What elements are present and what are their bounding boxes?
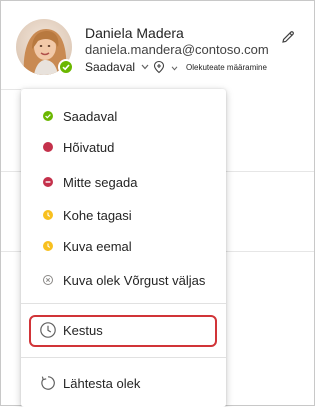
menu-divider <box>21 357 226 358</box>
status-item-label: Kohe tagasi <box>63 207 132 223</box>
edit-profile-button[interactable] <box>280 29 296 45</box>
x-circle-icon <box>43 275 53 285</box>
status-item-label: Saadaval <box>63 108 118 124</box>
status-item-available[interactable]: Saadaval <box>21 101 226 131</box>
presence-badge <box>58 59 74 75</box>
status-item-label: Hõivatud <box>63 139 115 155</box>
background-divider <box>1 171 21 172</box>
location-button[interactable] <box>152 58 178 76</box>
check-icon <box>62 64 70 71</box>
background-divider <box>1 251 21 252</box>
duration-button[interactable]: Kestus <box>21 315 226 345</box>
user-name: Daniela Madera <box>85 25 184 41</box>
minus-circle-icon <box>43 177 53 187</box>
user-email: daniela.mandera@contoso.com <box>85 42 269 57</box>
reset-status-label: Lähtesta olek <box>63 375 141 391</box>
profile-header: Daniela Madera daniela.mandera@contoso.c… <box>1 1 314 89</box>
clock-icon <box>39 321 57 339</box>
status-item-appear-offline[interactable]: Kuva olek Võrgust väljas <box>21 265 226 295</box>
profile-card: Daniela Madera daniela.mandera@contoso.c… <box>0 0 315 407</box>
duration-label: Kestus <box>63 322 103 338</box>
status-item-label: Mitte segada <box>63 174 138 190</box>
status-item-do-not-disturb[interactable]: Mitte segada <box>21 167 226 197</box>
status-item-busy[interactable]: Hõivatud <box>21 132 226 162</box>
status-item-label: Kuva eemal <box>63 238 132 254</box>
menu-divider <box>21 303 226 304</box>
status-item-label: Kuva olek Võrgust väljas <box>63 272 206 288</box>
pencil-icon <box>282 31 294 43</box>
set-status-message-button[interactable]: Olekuteate määramine <box>186 63 267 72</box>
status-label: Saadaval <box>85 60 136 74</box>
background-divider <box>226 171 314 172</box>
reset-status-button[interactable]: Lähtesta olek <box>21 368 226 398</box>
background-divider <box>1 89 21 90</box>
check-circle-icon <box>43 111 53 121</box>
status-dropdown-button[interactable]: Saadaval <box>85 60 149 74</box>
status-menu: Saadaval Hõivatud Mitte segada Kohe taga… <box>21 89 226 407</box>
clock-dot-icon <box>43 241 53 251</box>
clock-dot-icon <box>43 210 53 220</box>
background-divider <box>226 251 314 252</box>
reset-icon <box>39 374 57 392</box>
status-item-away[interactable]: Kuva eemal <box>21 231 226 261</box>
status-item-be-right-back[interactable]: Kohe tagasi <box>21 200 226 230</box>
location-icon <box>153 60 165 74</box>
busy-dot-icon <box>43 142 53 152</box>
chevron-down-icon <box>171 58 178 76</box>
chevron-down-icon <box>141 62 149 72</box>
